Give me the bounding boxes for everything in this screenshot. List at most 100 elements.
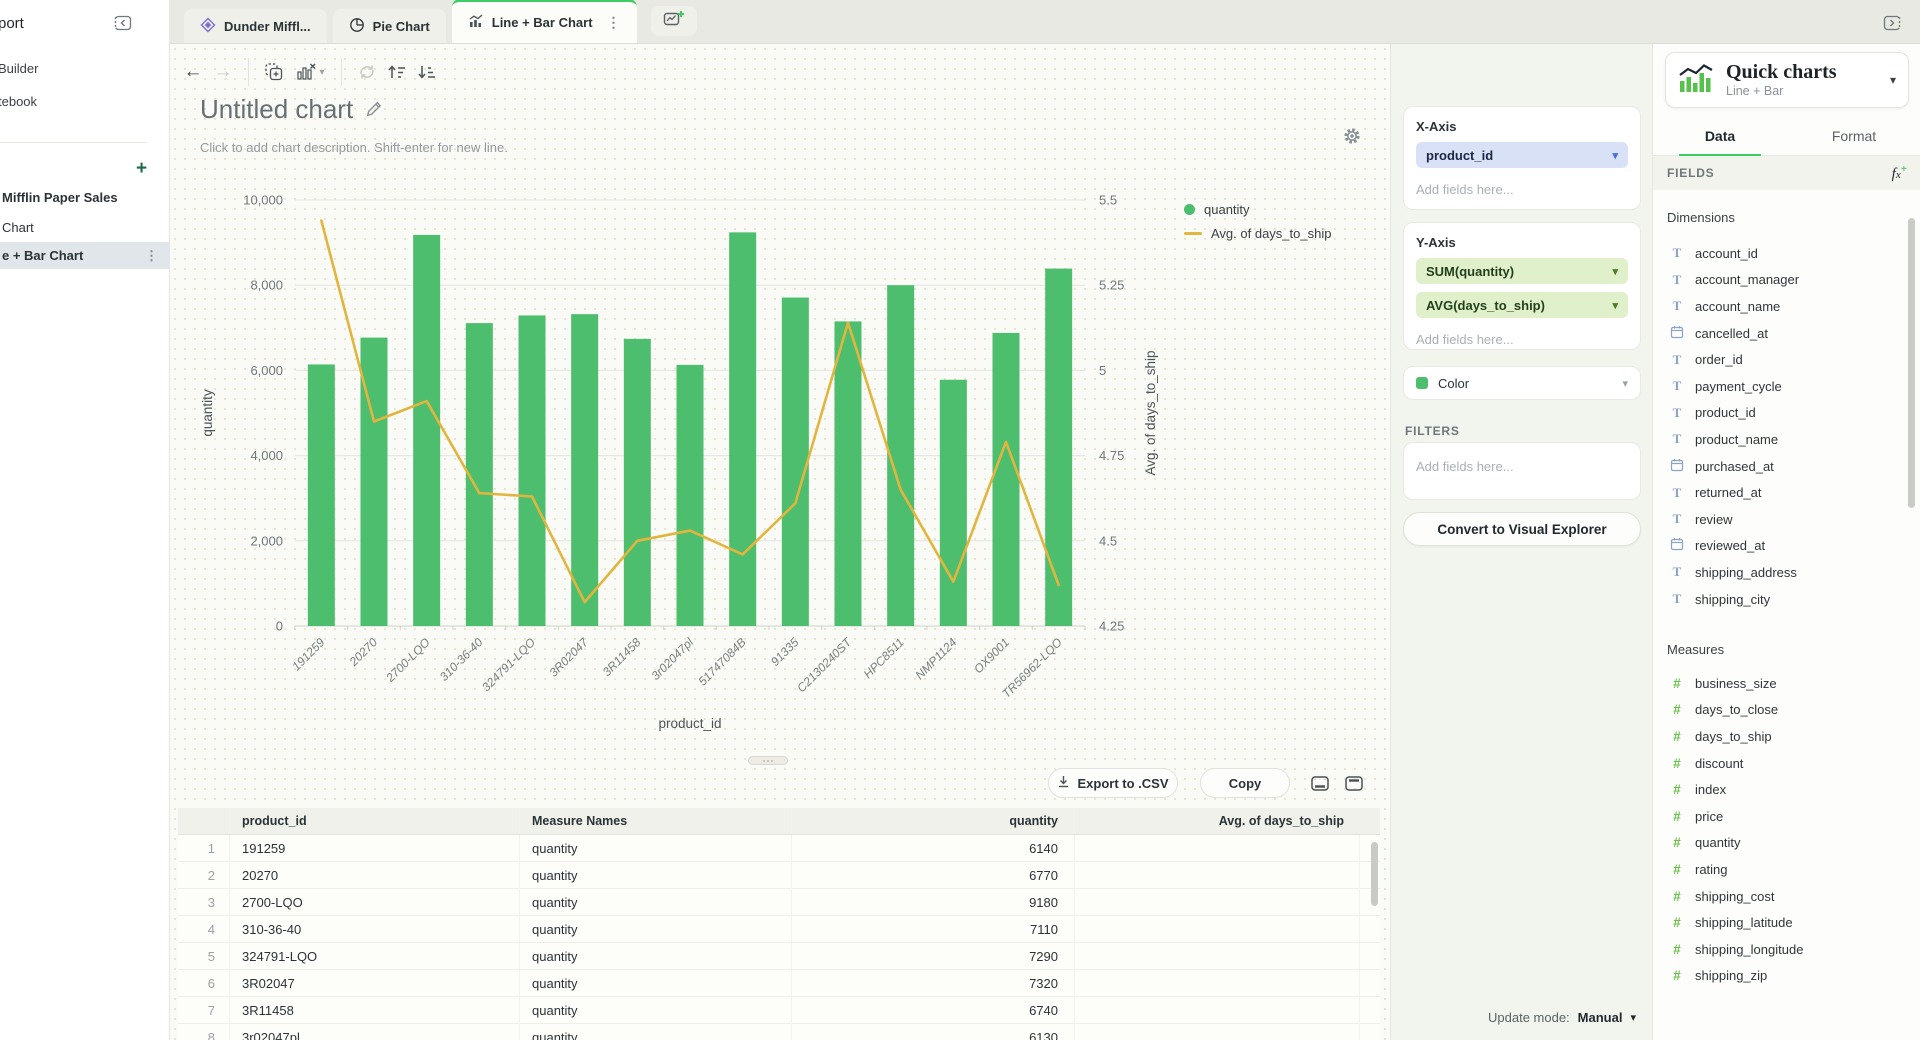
sort-ascending-icon[interactable] xyxy=(382,57,412,87)
dimension-item[interactable]: Torder_id xyxy=(1653,346,1920,373)
column-header[interactable] xyxy=(178,808,230,834)
bar-3r02047pl[interactable] xyxy=(677,365,704,626)
measure-item[interactable]: #price xyxy=(1653,803,1920,830)
page-menu-icon[interactable]: ⋮ xyxy=(145,248,158,264)
dimension-item[interactable]: Tshipping_address xyxy=(1653,559,1920,586)
bar-191259[interactable] xyxy=(308,364,335,626)
add-chart-tab-button[interactable] xyxy=(651,6,697,36)
y-axis-add-fields[interactable]: Add fields here... xyxy=(1416,332,1628,347)
number-icon: # xyxy=(1669,809,1685,824)
sort-descending-icon[interactable] xyxy=(412,57,442,87)
bar-TR56962-LQO[interactable] xyxy=(1045,269,1072,626)
measure-item[interactable]: #shipping_longitude xyxy=(1653,936,1920,963)
chevron-down-icon[interactable]: ▾ xyxy=(1622,377,1628,390)
dimension-item[interactable]: Tpayment_cycle xyxy=(1653,373,1920,400)
chevron-down-icon[interactable]: ▾ xyxy=(1630,1011,1636,1024)
dimension-item[interactable]: Taccount_id xyxy=(1653,240,1920,267)
edit-pencil-icon[interactable] xyxy=(365,94,383,125)
y-axis-field-sum-quantity[interactable]: SUM(quantity) ▾ xyxy=(1416,258,1628,284)
resize-drag-handle[interactable] xyxy=(748,756,788,765)
sidebar-item-builder[interactable]: Builder xyxy=(0,61,38,76)
measure-item[interactable]: #shipping_latitude xyxy=(1653,909,1920,936)
bar-91335[interactable] xyxy=(782,298,809,626)
collapse-results-icon[interactable] xyxy=(1310,775,1330,797)
sidebar-item-notebook[interactable]: tebook xyxy=(0,94,37,109)
chevron-down-icon[interactable]: ▾ xyxy=(1612,149,1618,162)
column-header[interactable]: Avg. of days_to_ship xyxy=(1075,808,1360,834)
back-icon[interactable]: ← xyxy=(178,57,208,87)
table-scrollbar[interactable] xyxy=(1371,842,1378,906)
bar-C2130240ST[interactable] xyxy=(835,321,862,626)
sidebar-page-mifflin-paper-sales[interactable]: Mifflin Paper Sales xyxy=(0,184,170,211)
update-mode-value[interactable]: Manual xyxy=(1578,1010,1623,1025)
dimension-item[interactable]: Tproduct_id xyxy=(1653,400,1920,427)
x-axis-field-product-id[interactable]: product_id ▾ xyxy=(1416,142,1628,168)
tab-menu-icon[interactable]: ⋮ xyxy=(607,14,621,31)
column-header[interactable]: Measure Names xyxy=(520,808,792,834)
dimension-item[interactable]: purchased_at xyxy=(1653,453,1920,480)
measure-item[interactable]: #shipping_zip xyxy=(1653,963,1920,990)
convert-to-visual-explorer-button[interactable]: Convert to Visual Explorer xyxy=(1403,512,1641,546)
copy-button[interactable]: Copy xyxy=(1200,768,1290,798)
tab-format[interactable]: Format xyxy=(1787,120,1920,155)
sidebar-page-chart[interactable]: Chart xyxy=(0,214,170,241)
table-cell: quantity xyxy=(520,835,792,861)
chart-type-selector[interactable]: Quick charts Line + Bar ▾ xyxy=(1665,52,1909,108)
measure-item[interactable]: #index xyxy=(1653,776,1920,803)
bar-NMP1124[interactable] xyxy=(940,380,967,626)
bar-51747084B[interactable] xyxy=(729,232,756,626)
tab-line-bar-chart[interactable]: Line + Bar Chart ⋮ xyxy=(452,0,637,43)
chevron-down-icon[interactable]: ▾ xyxy=(319,67,324,78)
fields-scrollbar[interactable] xyxy=(1908,218,1915,508)
remove-chart-icon[interactable]: ▾ xyxy=(289,57,331,87)
dimension-item[interactable]: Taccount_manager xyxy=(1653,267,1920,294)
dimension-item[interactable]: Tshipping_city xyxy=(1653,586,1920,613)
chevron-down-icon[interactable]: ▾ xyxy=(1612,299,1618,312)
measure-item[interactable]: #days_to_ship xyxy=(1653,723,1920,750)
gear-icon[interactable] xyxy=(1340,124,1364,153)
y-axis-field-avg-days-to-ship[interactable]: AVG(days_to_ship) ▾ xyxy=(1416,292,1628,318)
column-header[interactable]: quantity xyxy=(792,808,1075,834)
export-csv-button[interactable]: Export to .CSV xyxy=(1048,768,1178,798)
table-cell xyxy=(1360,997,1380,1023)
bar-3R11458[interactable] xyxy=(624,339,651,626)
measure-item[interactable]: #quantity xyxy=(1653,830,1920,857)
dimension-item[interactable]: Treview xyxy=(1653,506,1920,533)
legend-item-days-to-ship[interactable]: Avg. of days_to_ship xyxy=(1184,226,1331,241)
dimension-item[interactable]: Treturned_at xyxy=(1653,479,1920,506)
bar-OX9001[interactable] xyxy=(993,333,1020,626)
x-axis-add-fields[interactable]: Add fields here... xyxy=(1416,182,1628,197)
measure-item[interactable]: #rating xyxy=(1653,856,1920,883)
chart-title[interactable]: Untitled chart xyxy=(200,94,353,125)
chevron-down-icon[interactable]: ▾ xyxy=(1890,73,1896,87)
tab-data[interactable]: Data xyxy=(1653,120,1787,155)
chevron-down-icon[interactable]: ▾ xyxy=(1612,265,1618,278)
tab-dunder-mifflin[interactable]: Dunder Miffl... xyxy=(184,9,327,43)
measure-item[interactable]: #discount xyxy=(1653,750,1920,777)
text-icon: T xyxy=(1669,298,1685,314)
column-header[interactable]: product_id xyxy=(230,808,520,834)
dimension-item[interactable]: Taccount_name xyxy=(1653,293,1920,320)
legend-item-quantity[interactable]: quantity xyxy=(1184,202,1331,217)
field-name: days_to_close xyxy=(1695,702,1778,717)
bar-2700-LQO[interactable] xyxy=(413,235,440,626)
collapse-sidebar-icon[interactable] xyxy=(112,12,134,38)
add-formula-icon[interactable]: fx+ xyxy=(1892,163,1907,183)
collapse-right-panel-icon[interactable] xyxy=(1881,12,1903,39)
filters-add-fields[interactable]: Add fields here... xyxy=(1416,459,1628,474)
add-page-button[interactable]: + xyxy=(136,158,147,180)
duplicate-chart-icon[interactable] xyxy=(259,57,289,87)
measure-item[interactable]: #days_to_close xyxy=(1653,697,1920,724)
color-section[interactable]: Color ▾ xyxy=(1403,366,1641,400)
dimension-item[interactable]: cancelled_at xyxy=(1653,320,1920,347)
chart-description-placeholder[interactable]: Click to add chart description. Shift-en… xyxy=(200,140,508,155)
dimension-item[interactable]: Tproduct_name xyxy=(1653,426,1920,453)
sidebar-page-line-bar-chart[interactable]: e + Bar Chart ⋮ xyxy=(0,242,170,269)
tab-pie-chart[interactable]: Pie Chart xyxy=(333,9,446,43)
expand-results-icon[interactable] xyxy=(1344,775,1364,797)
dimension-item[interactable]: reviewed_at xyxy=(1653,533,1920,560)
measure-item[interactable]: #business_size xyxy=(1653,670,1920,697)
bar-324791-LQO[interactable] xyxy=(519,315,546,626)
measure-item[interactable]: #shipping_cost xyxy=(1653,883,1920,910)
bar-3R02047[interactable] xyxy=(571,314,598,626)
